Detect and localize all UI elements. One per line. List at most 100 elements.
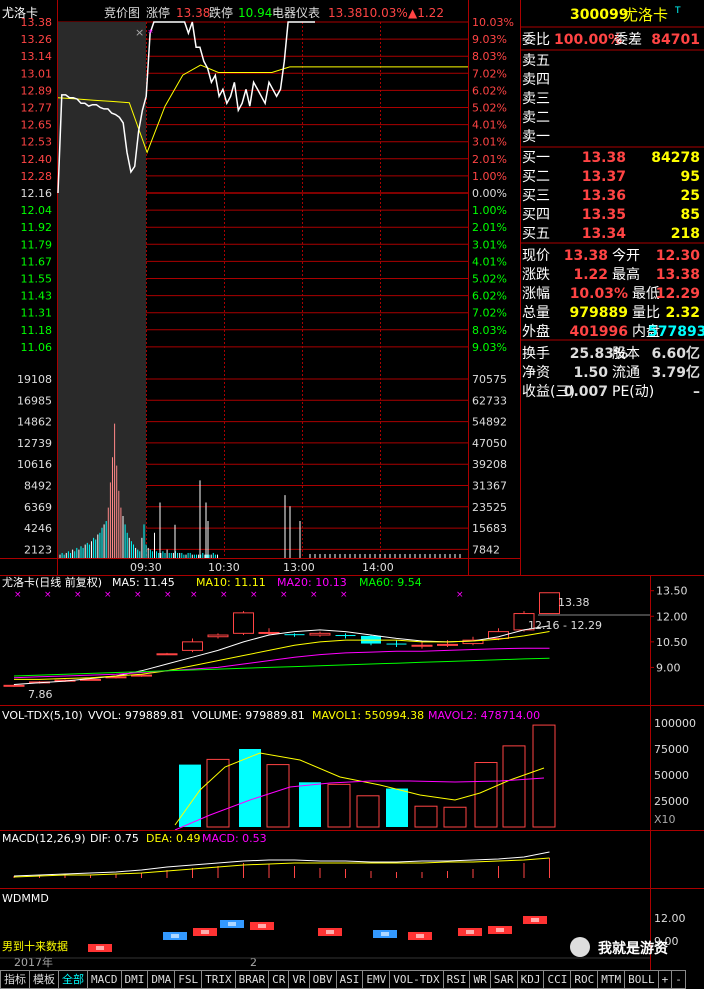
tab-dma[interactable]: DMA [147, 970, 176, 989]
tab-boll[interactable]: BOLL [624, 970, 659, 989]
volume-bar [443, 806, 467, 828]
price-tick: 12.89 [21, 84, 53, 97]
tab-dmi[interactable]: DMI [120, 970, 149, 989]
macd-chart[interactable]: MACD(12,26,9) DIF: 0.75 DEA: 0.49 MACD: … [0, 830, 704, 888]
kline-marker-icon: × [74, 590, 82, 600]
sell-level-1[interactable]: 卖一 [520, 128, 704, 146]
tab-brar[interactable]: BRAR [234, 970, 270, 989]
buy-level-3[interactable]: 买三 13.36 25 [520, 187, 704, 205]
sell-level-5[interactable]: 卖五 [520, 52, 704, 70]
volume-tick-left: 14862 [17, 416, 52, 429]
mavol1-label: MAVOL1: 550994.38 [312, 709, 424, 722]
volume-ticks: 100000 75000 50000 25000 [654, 717, 696, 808]
tab-emv[interactable]: EMV [362, 970, 391, 989]
volume-tick-right: 54892 [472, 416, 507, 429]
kline-marker-icon: × [456, 590, 464, 600]
tab-vr[interactable]: VR [288, 970, 310, 989]
wdmmd-block-core [531, 918, 539, 922]
tab-trix[interactable]: TRIX [201, 970, 236, 989]
limit-up-value: 13.38 [176, 6, 210, 20]
tab-vol-tdx[interactable]: VOL-TDX [389, 970, 444, 989]
daily-kline-chart[interactable]: 13.50 12.00 10.50 9.00 × × × × × × × × × × × × × 尤洛卡(日线… [0, 575, 704, 705]
sell-level-4[interactable]: 卖四 [520, 71, 704, 89]
tab-全部[interactable]: 全部 [58, 970, 88, 989]
pct-tick: 10.03% [472, 16, 514, 29]
volume-bars [179, 724, 556, 828]
stat-row-turnover: 换手 25.83% 股本 6.60亿 [522, 346, 700, 362]
tab-mtm[interactable]: MTM [597, 970, 626, 989]
price-tick: 11.18 [21, 324, 53, 337]
price-tick: 12.65 [21, 119, 53, 132]
tab--[interactable]: - [671, 970, 686, 989]
price-tick: 13.26 [21, 33, 53, 46]
time-label: 09:30 [130, 561, 162, 574]
limit-down-value: 10.94 [238, 6, 272, 20]
kline-candle [539, 592, 560, 615]
macd-title: MACD(12,26,9) [2, 832, 86, 845]
tab-macd[interactable]: MACD [87, 970, 122, 989]
volume-tick-right: 62733 [472, 394, 507, 407]
wdmmd-block-core [496, 928, 504, 932]
tab-kdj[interactable]: KDJ [516, 970, 545, 989]
tab-wr[interactable]: WR [469, 970, 491, 989]
kline-candle [207, 634, 229, 638]
pct-tick: 3.01% [472, 238, 507, 251]
price-tick: 12.53 [21, 136, 53, 149]
weibi-row: 委比 100.00% 委差 84701 [522, 32, 700, 48]
wdmmd-block-core [466, 930, 474, 934]
stat-row-change: 涨跌 1.22 最高 13.38 [522, 267, 700, 283]
close-icon[interactable]: × [135, 26, 144, 39]
volume-bar [474, 762, 498, 828]
pct-tick: 1.00% [472, 204, 507, 217]
wdmmd-blocks [88, 916, 547, 952]
current-price: 13.38 [328, 6, 362, 20]
buy-level-4[interactable]: 买四 13.35 85 [520, 206, 704, 224]
dea-label: DEA: 0.49 [146, 832, 200, 845]
stat-row-price: 现价 13.38 今开 12.30 [522, 248, 700, 264]
tab-fsl[interactable]: FSL [174, 970, 203, 989]
volume-tick-right: 70575 [472, 373, 507, 386]
intraday-chart[interactable]: 13.38 13.26 13.14 13.01 12.89 12.77 12.65 12.53… [0, 0, 520, 575]
volume-tick-right: 39208 [472, 458, 507, 471]
volume-tick-left: 8492 [24, 480, 52, 493]
volume-tick-right: 31367 [472, 480, 507, 493]
tab-cr[interactable]: CR [268, 970, 290, 989]
tab-roc[interactable]: ROC [570, 970, 599, 989]
kline-marker-icon: × [104, 590, 112, 600]
pct-tick: 0.00% [472, 187, 507, 200]
volume-tick-right: 7842 [472, 543, 500, 556]
buy-level-1[interactable]: 买一 13.38 84278 [520, 149, 704, 167]
sell-level-3[interactable]: 卖三 [520, 90, 704, 108]
volume-tick-right: 23525 [472, 501, 507, 514]
tab-模板[interactable]: 模板 [29, 970, 59, 989]
tab-asi[interactable]: ASI [335, 970, 364, 989]
volume-tick-right: 15683 [472, 522, 507, 535]
tab-+[interactable]: + [657, 970, 673, 989]
kline-candle [156, 653, 178, 656]
volume-bar [206, 758, 230, 828]
volume-label: VOLUME: 979889.81 [192, 709, 305, 722]
volume-tick-left: 16985 [17, 394, 52, 407]
kline-range-label: 12.16 - 12.29 [528, 619, 602, 632]
tab-指标[interactable]: 指标 [0, 970, 30, 989]
tab-cci[interactable]: CCI [543, 970, 572, 989]
ma60-label: MA60: 9.54 [359, 576, 422, 589]
price-tick: 11.06 [21, 341, 53, 354]
weicha-value: 84701 [651, 32, 700, 48]
daily-volume-chart[interactable]: 100000 75000 50000 25000 VOL-TDX(5,10) VVOL… [0, 705, 704, 830]
kline-candle [437, 643, 458, 646]
wdmmd-chart[interactable]: 12.009.00 WDMMD 男到十来数据 2017年 2 我就是游资 [0, 888, 704, 970]
pct-tick: 2.01% [472, 153, 507, 166]
wdmmd-block-core [326, 930, 334, 934]
vvol-label: VVOL: 979889.81 [88, 709, 184, 722]
volume-bar [327, 783, 351, 828]
buy-level-5[interactable]: 买五 13.34 218 [520, 225, 704, 243]
tab-sar[interactable]: SAR [489, 970, 518, 989]
tab-obv[interactable]: OBV [308, 970, 337, 989]
buy-level-2[interactable]: 买二 13.37 95 [520, 168, 704, 186]
sell-level-2[interactable]: 卖二 [520, 109, 704, 127]
kline-candle [233, 612, 254, 634]
auction-chart-label: 竞价图 [104, 6, 140, 20]
tab-rsi[interactable]: RSI [442, 970, 471, 989]
kline-candle [411, 644, 433, 647]
